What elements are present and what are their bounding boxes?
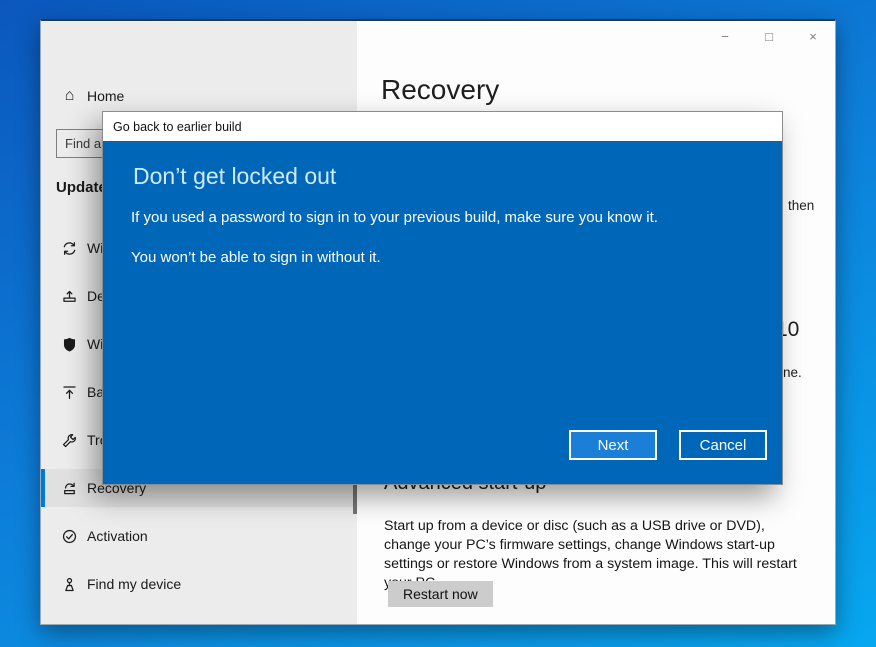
desktop-background: ← Settings − □ × Recovery then 10 ne. Ad… [0, 0, 876, 647]
home-icon: ⌂ [61, 88, 78, 105]
page-title: Recovery [381, 74, 499, 106]
dialog-button-row: Next Cancel [569, 430, 767, 460]
wrench-icon [61, 432, 78, 449]
restart-now-button[interactable]: Restart now [388, 581, 493, 607]
minimize-button[interactable]: − [703, 21, 747, 51]
next-button[interactable]: Next [569, 430, 657, 460]
activation-icon [61, 528, 78, 545]
dialog-title: Go back to earlier build [113, 120, 242, 134]
dialog-body: Don’t get locked out If you used a passw… [103, 141, 782, 486]
dialog-text-line2: You won’t be able to sign in without it. [131, 249, 381, 266]
sidebar-item-label: Find my device [87, 576, 181, 592]
sidebar-item-home[interactable]: ⌂ Home [41, 77, 357, 115]
delivery-icon [61, 288, 78, 305]
sidebar-item-label: Home [87, 88, 124, 104]
settings-window: ← Settings − □ × Recovery then 10 ne. Ad… [40, 19, 836, 625]
go-back-paragraph-fragment: ne. [783, 365, 802, 380]
dialog-heading: Don’t get locked out [133, 163, 336, 190]
cancel-button[interactable]: Cancel [679, 430, 767, 460]
dialog-titlebar: Go back to earlier build [103, 112, 782, 141]
window-controls: − □ × [703, 21, 835, 51]
sidebar-item-find-my-device[interactable]: Find my device [41, 565, 357, 603]
sidebar-item-cutoff-icon[interactable] [61, 619, 78, 625]
close-button[interactable]: × [791, 21, 835, 51]
backup-icon [61, 384, 78, 401]
selected-accent-bar [41, 469, 45, 507]
sync-icon [61, 240, 78, 257]
maximize-button[interactable]: □ [747, 21, 791, 51]
locate-icon [61, 576, 78, 593]
recovery-icon [61, 480, 78, 497]
reset-paragraph-fragment: then [788, 198, 814, 213]
shield-icon [61, 336, 78, 353]
dialog-text-line1: If you used a password to sign in to you… [131, 209, 658, 226]
go-back-dialog: Go back to earlier build Don’t get locke… [102, 111, 783, 485]
sidebar-item-activation[interactable]: Activation [41, 517, 357, 555]
sidebar-item-label: Activation [87, 528, 148, 544]
